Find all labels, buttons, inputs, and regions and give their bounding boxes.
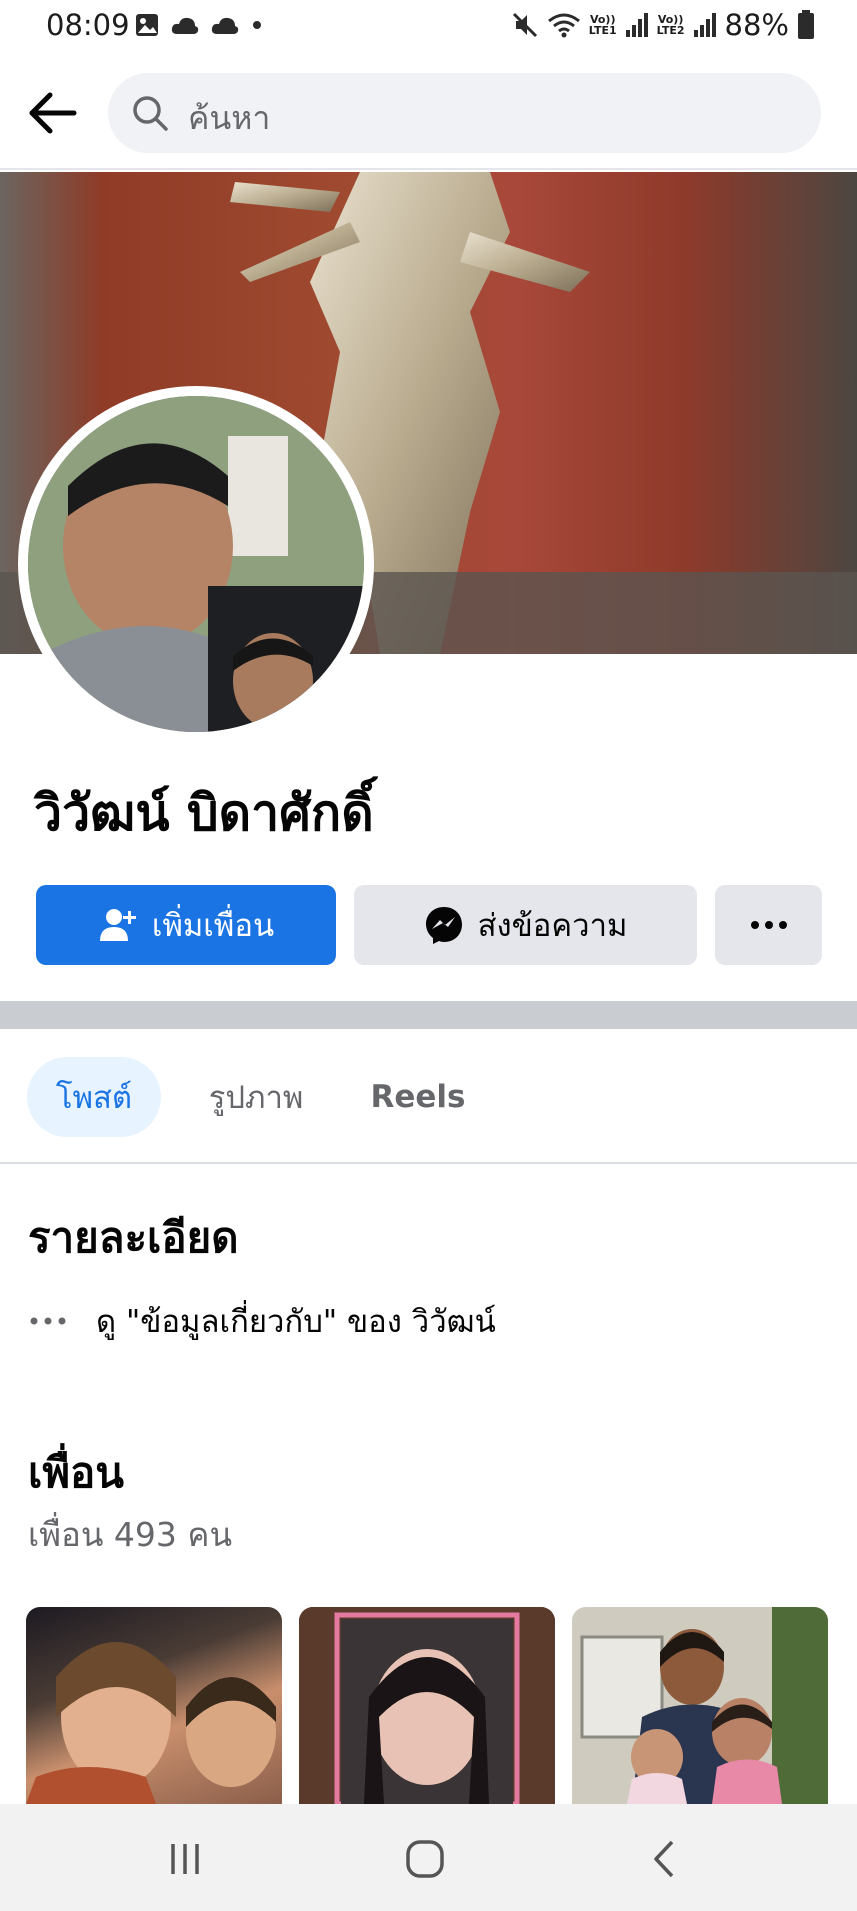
more-dots-icon — [30, 1317, 66, 1325]
friend-thumbnail[interactable] — [26, 1607, 282, 1804]
about-link[interactable]: ดู "ข้อมูลเกี่ยวกับ" ของ วิวัฒน์ — [28, 1296, 496, 1346]
search-icon — [133, 96, 168, 131]
profile-tabs: โพสต์ รูปภาพ Reels — [0, 1029, 857, 1164]
about-link-text: ดู "ข้อมูลเกี่ยวกับ" ของ วิวัฒน์ — [96, 1304, 496, 1340]
cloud-icon — [211, 17, 239, 34]
sim2-indicator: Vo)) LTE2 — [656, 13, 685, 37]
battery-icon — [798, 10, 814, 39]
add-friend-icon — [99, 909, 136, 941]
dot-icon — [253, 21, 261, 29]
battery-percent: 88% — [724, 8, 789, 42]
sim1-indicator: Vo)) LTE1 — [588, 13, 617, 37]
friend-photo — [572, 1607, 828, 1804]
status-notification-icons — [134, 12, 264, 38]
message-label: ส่งข้อความ — [477, 908, 628, 944]
friend-thumbnail[interactable] — [299, 1607, 555, 1804]
signal-icon — [625, 13, 648, 37]
search-input[interactable]: ค้นหา — [108, 73, 821, 153]
cloud-icon — [171, 17, 199, 34]
more-icon — [750, 921, 787, 929]
back-button[interactable] — [26, 86, 80, 140]
add-friend-button[interactable]: เพิ่มเพื่อน — [36, 885, 336, 965]
avatar[interactable] — [28, 396, 364, 732]
signal-icon — [693, 13, 716, 37]
section-divider — [0, 1001, 857, 1029]
messenger-icon — [425, 907, 462, 944]
more-options-button[interactable] — [715, 885, 822, 965]
mute-icon — [512, 12, 537, 38]
tab-posts[interactable]: โพสต์ — [27, 1057, 161, 1137]
avatar-photo — [28, 396, 364, 732]
arrow-left-icon — [29, 92, 77, 134]
details-title: รายละเอียด — [28, 1213, 239, 1262]
gallery-icon — [136, 14, 158, 36]
friends-title: เพื่อน — [28, 1448, 124, 1497]
system-navigation-bar — [0, 1804, 857, 1911]
friend-photo — [299, 1607, 555, 1804]
tab-photos[interactable]: รูปภาพ — [192, 1057, 320, 1137]
tab-reels[interactable]: Reels — [362, 1057, 474, 1137]
home-icon[interactable] — [400, 1834, 450, 1884]
system-back-icon[interactable] — [640, 1834, 690, 1884]
wifi-icon — [547, 13, 580, 38]
friend-thumbnail[interactable] — [572, 1607, 828, 1804]
friend-photo — [26, 1642, 276, 1804]
status-bar: 08:09 Vo)) LTE1 Vo)) LTE2 88% — [0, 0, 857, 56]
status-system-icons: Vo)) LTE1 Vo)) LTE2 88% — [511, 8, 815, 42]
recent-apps-icon[interactable] — [160, 1834, 210, 1884]
message-button[interactable]: ส่งข้อความ — [354, 885, 697, 965]
top-bar: ค้นหา — [0, 56, 857, 170]
status-time: 08:09 — [46, 8, 130, 42]
friends-count: เพื่อน 493 คน — [28, 1515, 233, 1554]
add-friend-label: เพิ่มเพื่อน — [151, 908, 275, 944]
search-placeholder: ค้นหา — [188, 99, 271, 137]
profile-name: วิวัฒน์ บิดาศักดิ์ — [34, 784, 374, 842]
